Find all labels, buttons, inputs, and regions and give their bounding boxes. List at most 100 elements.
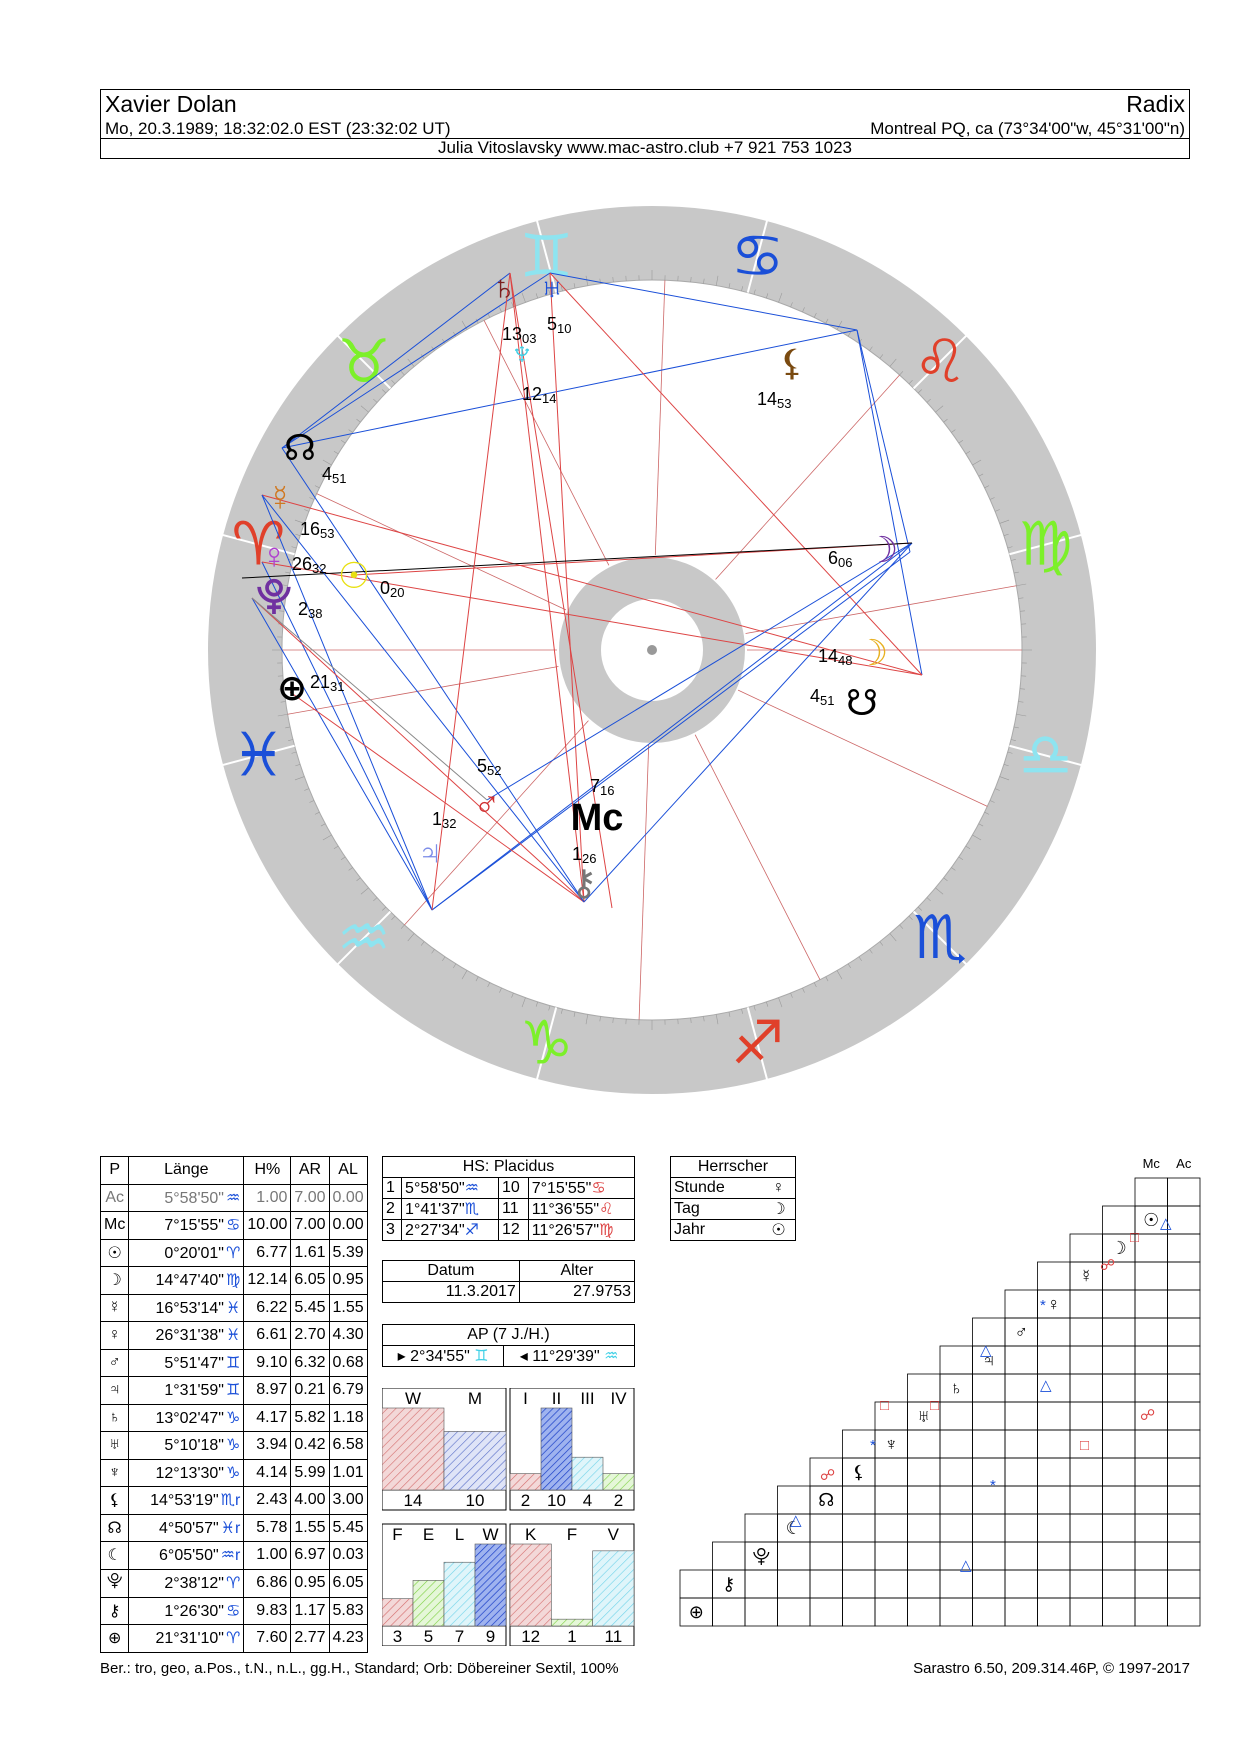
aspect-cell <box>1102 1289 1136 1319</box>
planet-row: ☉ 0°20'01" ♈ 6.77 1.61 5.39 <box>99 1238 368 1267</box>
aspect-cell <box>1134 1373 1168 1403</box>
aspect-cell <box>939 1513 973 1543</box>
planet-longitude: 12°13'30" ♑ <box>128 1458 245 1487</box>
aspect-cell <box>809 1541 843 1571</box>
aspect-cell <box>1102 1401 1136 1431</box>
aspect-cell <box>907 1541 941 1571</box>
aspect-cell <box>972 1401 1006 1431</box>
alter-label: Alter <box>518 1260 636 1282</box>
house-cusp: 11°36'55"♌ <box>527 1198 636 1220</box>
planet-row: ⯓ 2°38'12" ♈ 6.86 0.95 6.05 <box>99 1568 368 1598</box>
aspect-symbol: ☍ <box>1140 1407 1155 1424</box>
element-bar <box>474 1543 507 1627</box>
aspect-cell <box>972 1457 1006 1487</box>
planet-symbol: ♄ <box>99 1403 130 1432</box>
aspect-symbol: △ <box>790 1512 802 1529</box>
planet-symbol: ♃ <box>99 1376 130 1405</box>
element-value: 7 <box>455 1627 464 1646</box>
planet-symbol: ⯓ <box>99 1568 130 1598</box>
aspect-row-symbol: ☽ <box>1111 1238 1127 1258</box>
planet-h: 5.78 <box>243 1513 292 1542</box>
aspect-cell <box>1004 1485 1038 1515</box>
aspect-row-symbol: ⚸ <box>852 1462 865 1482</box>
planet-h: 6.86 <box>243 1568 292 1598</box>
planet-row: ♀ 26°31'38" ♓ 6.61 2.70 4.30 <box>99 1321 368 1350</box>
wm-value: 10 <box>466 1491 485 1510</box>
planet-glyph: ♆ <box>509 332 536 373</box>
planet-longitude: 4°50'57" ♓r <box>128 1513 245 1542</box>
aspect-cell <box>842 1541 876 1571</box>
planet-symbol: ⚸ <box>99 1486 130 1515</box>
modality-bar <box>592 1550 635 1627</box>
col-al: AL <box>328 1156 368 1185</box>
aspect-cell <box>874 1457 908 1487</box>
planet-row: Ac 5°58'50" ♒ 1.00 7.00 0.00 <box>99 1183 368 1212</box>
planet-minute: 51 <box>332 471 346 486</box>
planet-h: 10.00 <box>243 1211 292 1240</box>
planet-glyph: ☽ <box>866 529 898 570</box>
planet-h: 1.00 <box>243 1183 292 1212</box>
planet-al: 0.03 <box>328 1541 368 1570</box>
element-bar <box>443 1561 476 1627</box>
zodiac-sign-glyph: ♐ <box>731 1010 785 1077</box>
planet-minute: 20 <box>390 585 404 600</box>
aspect-cell <box>842 1485 876 1515</box>
aspect-cell <box>1069 1513 1103 1543</box>
planet-h: 6.77 <box>243 1238 292 1267</box>
aspect-cell <box>1004 1429 1038 1459</box>
planet-glyph: ⊕ <box>277 667 307 708</box>
aspect-cell <box>1167 1513 1201 1543</box>
aspect-cell <box>1004 1345 1038 1375</box>
element-value: 3 <box>393 1627 402 1646</box>
houses-table: HS: Placidus 1 5°58'50"♒ 10 7°15'55"♋ 2 1°41'… <box>381 1156 636 1241</box>
planet-glyph: ♅ <box>539 267 566 308</box>
planet-row: ⊕ 21°31'10" ♈ 7.60 2.77 4.23 <box>99 1624 368 1653</box>
aspect-cell <box>1004 1457 1038 1487</box>
planet-minute: 48 <box>838 653 852 668</box>
ap-table: AP (7 J./H.) ▸ 2°34'55" ♊ ◂ 11°29'39" ♒ <box>381 1324 635 1367</box>
planet-row: ♅ 5°10'18" ♑ 3.94 0.42 6.58 <box>99 1431 368 1460</box>
aspect-cell <box>972 1513 1006 1543</box>
aspect-row-symbol: ♅ <box>917 1406 931 1426</box>
aspect-cell <box>1102 1457 1136 1487</box>
person-name: Xavier Dolan <box>105 91 237 117</box>
house-num: 2 <box>381 1198 403 1220</box>
aspect-symbol: * <box>1040 1297 1046 1314</box>
aspect-cell <box>1037 1429 1071 1459</box>
aspect-symbol: □ <box>880 1397 889 1414</box>
aspect-cell <box>939 1569 973 1599</box>
col-laenge: Länge <box>128 1156 245 1185</box>
quadrant-value: 2 <box>614 1491 623 1510</box>
aspect-cell <box>1037 1541 1071 1571</box>
aspect-cell <box>972 1597 1006 1627</box>
planet-longitude: 1°26'30" ♋ <box>128 1596 245 1625</box>
aspect-cell <box>1134 1177 1168 1207</box>
aspect-cell <box>1134 1485 1168 1515</box>
aspect-cell <box>1134 1513 1168 1543</box>
planet-glyph: ⚷ <box>571 862 597 903</box>
aspect-cell <box>1102 1513 1136 1543</box>
aspect-cell <box>1069 1485 1103 1515</box>
aspect-cell <box>1004 1513 1038 1543</box>
planet-al: 6.05 <box>328 1568 368 1598</box>
aspect-symbol: △ <box>1160 1215 1172 1232</box>
aspect-cell <box>1004 1569 1038 1599</box>
planet-h: 1.00 <box>243 1541 292 1570</box>
planet-h: 2.43 <box>243 1486 292 1515</box>
planet-ar: 0.42 <box>290 1431 330 1460</box>
aspect-cell <box>874 1513 908 1543</box>
aspect-cell <box>1037 1261 1071 1291</box>
modality-bar <box>509 1543 552 1627</box>
planet-ar: 2.77 <box>290 1624 330 1653</box>
planet-row: ♄ 13°02'47" ♑ 4.17 5.82 1.18 <box>99 1403 368 1432</box>
planet-al: 5.39 <box>328 1238 368 1267</box>
element-label: L <box>455 1525 464 1544</box>
planet-al: 5.83 <box>328 1596 368 1625</box>
aspect-symbol: □ <box>930 1397 939 1414</box>
aspect-cell <box>1102 1317 1136 1347</box>
aspect-cell <box>1069 1345 1103 1375</box>
aspect-cell <box>777 1597 811 1627</box>
aspect-cell <box>1069 1317 1103 1347</box>
aspect-cell <box>972 1485 1006 1515</box>
aspect-cell <box>809 1569 843 1599</box>
